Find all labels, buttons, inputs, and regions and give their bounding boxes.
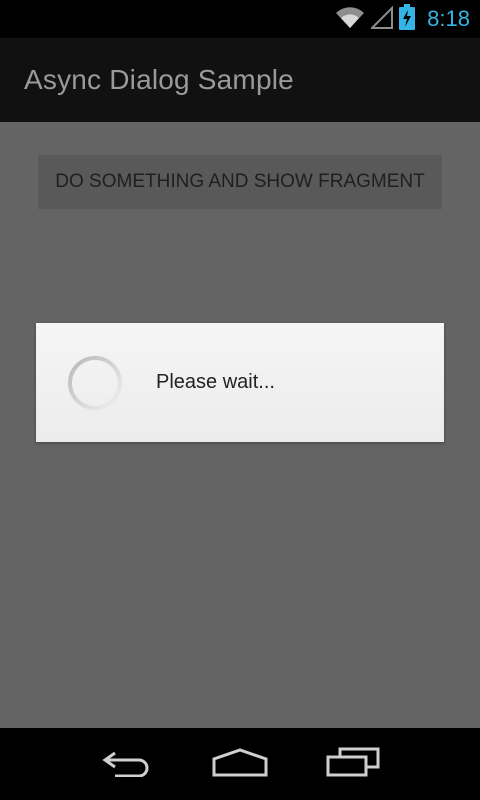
dialog-message: Please wait...: [156, 371, 275, 393]
home-button[interactable]: [200, 739, 280, 789]
wifi-icon: [335, 5, 365, 33]
status-bar: 8:18: [0, 0, 480, 38]
app-title: Async Dialog Sample: [24, 64, 294, 95]
home-icon: [212, 747, 268, 781]
navigation-bar: [0, 728, 480, 800]
progress-spinner-icon: [66, 354, 124, 412]
status-time: 8:18: [427, 6, 470, 31]
cell-signal-icon: [369, 5, 394, 33]
action-bar: Async Dialog Sample: [0, 38, 480, 122]
progress-dialog: Please wait...: [36, 323, 444, 442]
back-icon: [101, 747, 153, 781]
status-icons: 8:18: [335, 4, 470, 34]
do-something-button[interactable]: DO SOMETHING AND SHOW FRAGMENT: [38, 155, 442, 209]
back-button[interactable]: [87, 739, 167, 789]
battery-charging-icon: [399, 4, 416, 34]
recent-apps-icon: [326, 747, 380, 781]
content-area: DO SOMETHING AND SHOW FRAGMENT Please wa…: [0, 122, 480, 728]
recent-apps-button[interactable]: [313, 739, 393, 789]
